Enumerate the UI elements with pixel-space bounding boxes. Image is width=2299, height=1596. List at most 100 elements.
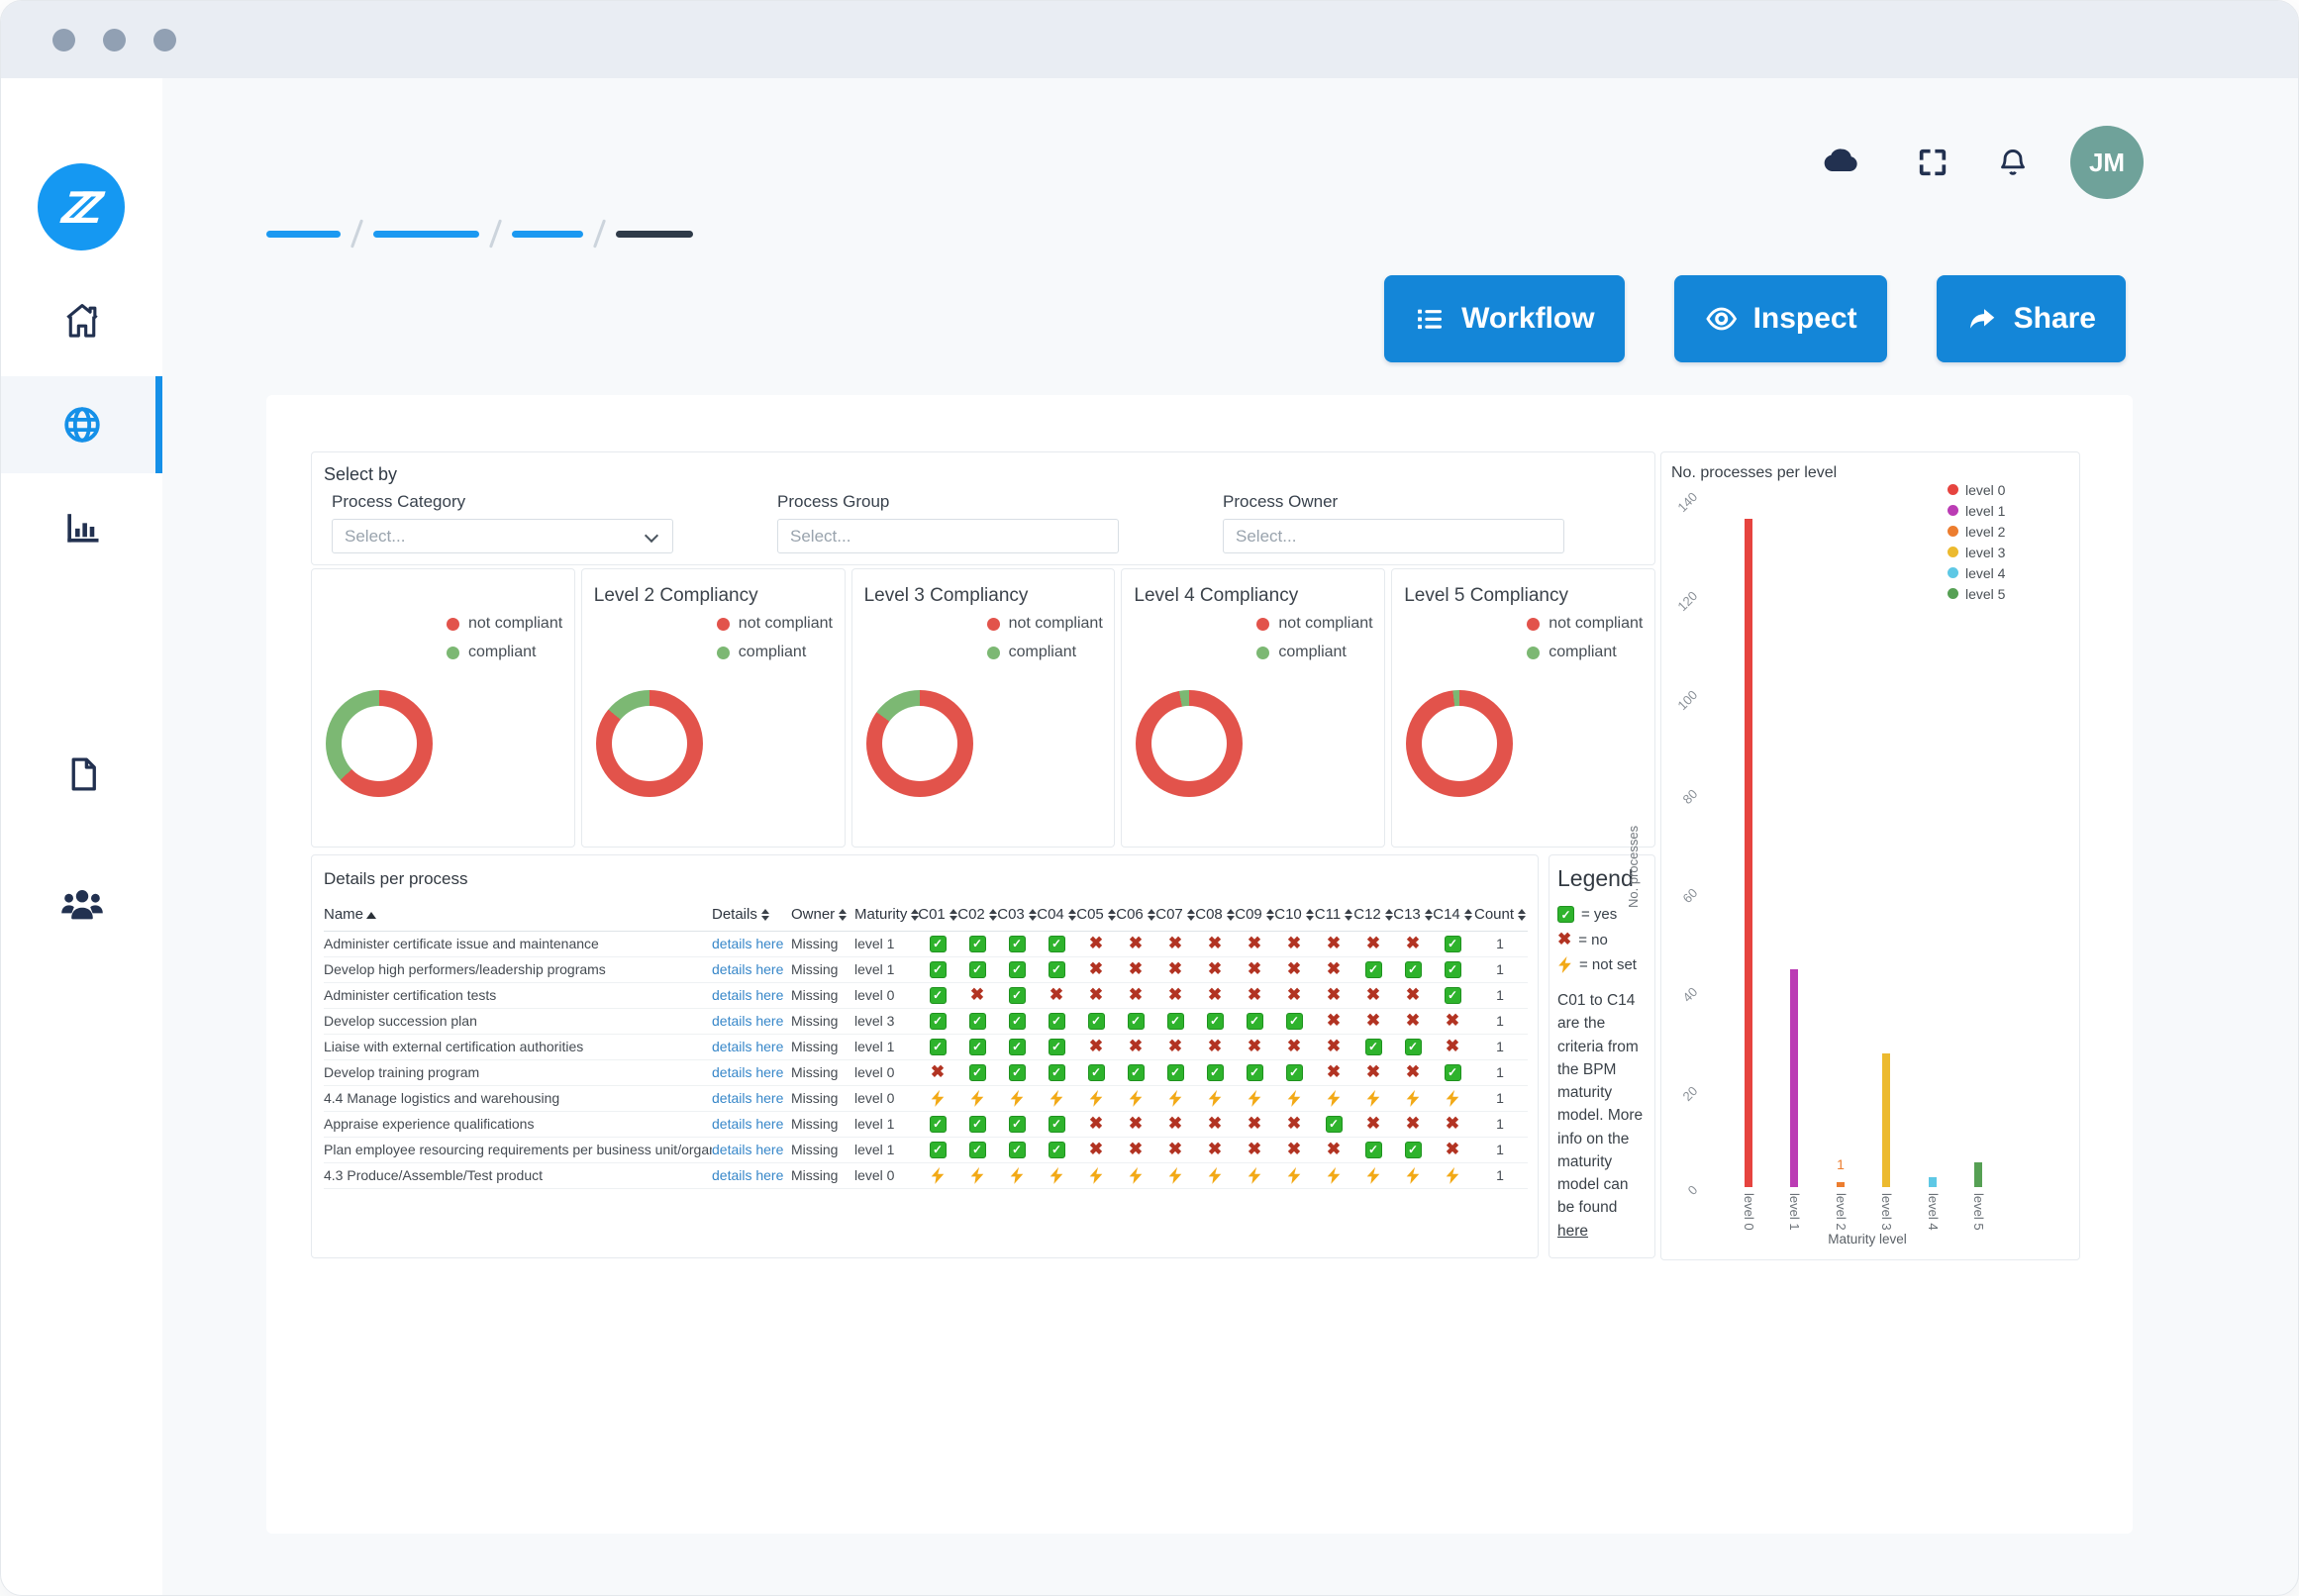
criterion-c01-cell (918, 1111, 957, 1137)
sort-icon (1425, 909, 1433, 921)
column-header-details[interactable]: Details (712, 899, 791, 931)
filter-input[interactable]: Select... (1223, 519, 1564, 553)
details-cell: details here (712, 1034, 791, 1059)
criterion-c11-cell (1314, 1162, 1353, 1188)
cross-icon (1208, 1037, 1222, 1056)
sidebar-item-documents[interactable] (1, 735, 162, 814)
lightning-icon (1208, 1090, 1223, 1107)
notifications-bell-icon[interactable] (1995, 145, 2031, 180)
column-header-c05[interactable]: C05 (1076, 899, 1116, 931)
check-icon (930, 1013, 947, 1030)
maturity-model-link[interactable]: here (1557, 1223, 1588, 1240)
column-header-c01[interactable]: C01 (918, 899, 957, 931)
pie-legend-item[interactable]: not compliant (447, 615, 562, 633)
pie-legend-item[interactable]: compliant (987, 644, 1103, 661)
details-link[interactable]: details here (712, 1167, 783, 1183)
workflow-button[interactable]: Workflow (1384, 275, 1624, 362)
details-link[interactable]: details here (712, 1090, 783, 1106)
column-header-c13[interactable]: C13 (1393, 899, 1433, 931)
breadcrumb-segment[interactable] (512, 231, 583, 238)
criterion-c03-cell (997, 1034, 1037, 1059)
criterion-c03-cell (997, 1111, 1037, 1137)
sidebar-item-users[interactable] (1, 863, 162, 943)
pie-legend-item[interactable]: not compliant (987, 615, 1103, 633)
check-icon (1326, 1116, 1343, 1133)
cross-icon (1366, 1011, 1380, 1031)
criterion-c13-cell (1393, 1059, 1433, 1085)
details-link[interactable]: details here (712, 1142, 783, 1157)
check-icon (969, 936, 986, 952)
window-dot[interactable] (52, 29, 75, 51)
column-header-c10[interactable]: C10 (1274, 899, 1314, 931)
details-link[interactable]: details here (712, 936, 783, 951)
column-header-c07[interactable]: C07 (1155, 899, 1195, 931)
column-header-c08[interactable]: C08 (1195, 899, 1235, 931)
column-header-name[interactable]: Name (324, 899, 712, 931)
details-link[interactable]: details here (712, 961, 783, 977)
window-dot[interactable] (153, 29, 176, 51)
pie-legend-item[interactable]: compliant (447, 644, 562, 661)
breadcrumb-segment[interactable] (266, 231, 341, 238)
maturity-cell: level 1 (854, 956, 918, 982)
table-row: Develop training programdetails hereMiss… (324, 1059, 1528, 1085)
details-link[interactable]: details here (712, 1116, 783, 1132)
sort-icon (1385, 909, 1393, 921)
column-header-c02[interactable]: C02 (957, 899, 997, 931)
avatar[interactable]: JM (2070, 126, 2144, 199)
pie-legend-item[interactable]: not compliant (717, 615, 833, 633)
process-name-cell: 4.4 Manage logistics and warehousing (324, 1085, 712, 1111)
column-header-c14[interactable]: C14 (1433, 899, 1472, 931)
column-header-c04[interactable]: C04 (1037, 899, 1076, 931)
details-table: NameDetailsOwnerMaturityC01C02C03C04C05C… (324, 899, 1528, 1189)
inspect-button[interactable]: Inspect (1674, 275, 1887, 362)
sidebar-item-analytics[interactable] (1, 487, 162, 566)
column-header-count[interactable]: Count (1472, 899, 1528, 931)
lightning-icon (1366, 1090, 1381, 1107)
sort-icon (1108, 909, 1116, 921)
app-logo[interactable]: ZZ (38, 163, 125, 250)
criterion-c03-cell (997, 1137, 1037, 1162)
criterion-c09-cell (1235, 931, 1274, 956)
details-link[interactable]: details here (712, 1039, 783, 1054)
cloud-icon[interactable] (1819, 145, 1864, 180)
details-cell: details here (712, 1085, 791, 1111)
column-header-c11[interactable]: C11 (1314, 899, 1353, 931)
column-header-c06[interactable]: C06 (1116, 899, 1155, 931)
share-button[interactable]: Share (1937, 275, 2126, 362)
cross-icon (1327, 1037, 1341, 1056)
filter-input[interactable]: Select... (777, 519, 1119, 553)
pie-legend-item[interactable]: compliant (1256, 644, 1372, 661)
donut-hole (612, 706, 687, 781)
filter-select[interactable]: Select... (332, 519, 673, 553)
check-icon (1009, 987, 1026, 1004)
column-header-c09[interactable]: C09 (1235, 899, 1274, 931)
sidebar-item-home[interactable] (1, 281, 162, 360)
breadcrumb-segment[interactable] (373, 231, 479, 238)
column-header-c12[interactable]: C12 (1353, 899, 1393, 931)
breadcrumb (266, 219, 693, 249)
criterion-c05-cell (1076, 1034, 1116, 1059)
column-header-owner[interactable]: Owner (791, 899, 854, 931)
column-header-c03[interactable]: C03 (997, 899, 1037, 931)
pie-legend-item[interactable]: compliant (717, 644, 833, 661)
check-icon (930, 987, 947, 1004)
details-link[interactable]: details here (712, 987, 783, 1003)
column-header-maturity[interactable]: Maturity (854, 899, 918, 931)
y-tick-label: 80 (1666, 786, 1701, 821)
cross-icon (1129, 934, 1143, 953)
criterion-c14-cell (1433, 956, 1472, 982)
pie-legend-item[interactable]: not compliant (1256, 615, 1372, 633)
details-link[interactable]: details here (712, 1064, 783, 1080)
pie-legend-item[interactable]: not compliant (1527, 615, 1643, 633)
cross-icon (1366, 985, 1380, 1005)
window-dot[interactable] (103, 29, 126, 51)
pie-legend-item[interactable]: compliant (1527, 644, 1643, 661)
check-icon (930, 1142, 947, 1158)
dashboard-panel: Select by Process CategorySelect...Proce… (266, 395, 2133, 1534)
criterion-c09-cell (1235, 1085, 1274, 1111)
sidebar-item-processes[interactable] (1, 376, 162, 473)
criterion-c13-cell (1393, 931, 1433, 956)
details-link[interactable]: details here (712, 1013, 783, 1029)
fullscreen-icon[interactable] (1916, 146, 1949, 179)
legend-panel: Legend = yes= no= not set C01 to C14 are… (1549, 854, 1655, 1258)
